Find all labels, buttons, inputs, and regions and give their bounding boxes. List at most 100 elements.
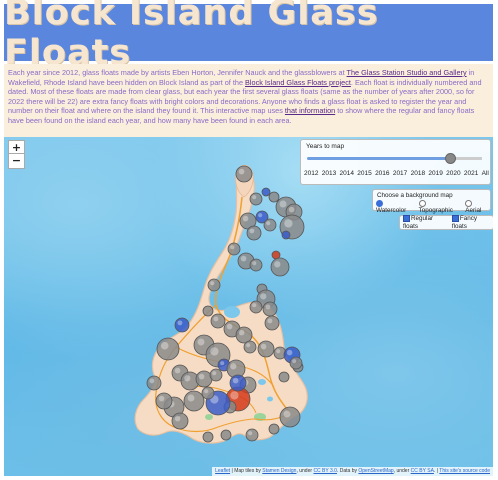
float-highlight <box>266 221 271 226</box>
regular-float-marker[interactable] <box>263 218 277 232</box>
regular-float-marker[interactable] <box>235 326 253 344</box>
float-highlight <box>246 343 251 348</box>
fancy-float-marker[interactable] <box>174 317 190 333</box>
float-highlight <box>284 219 293 228</box>
regular-float-marker[interactable] <box>202 305 214 317</box>
that-information-link[interactable]: that information <box>285 106 335 115</box>
regular-float-marker[interactable] <box>235 165 253 183</box>
year-label[interactable]: 2014 <box>340 170 354 177</box>
year-label[interactable]: All <box>482 170 489 177</box>
year-label[interactable]: 2012 <box>304 170 318 177</box>
regular-float-marker[interactable] <box>278 371 290 383</box>
float-highlight <box>210 347 219 356</box>
regular-float-marker[interactable] <box>202 431 214 443</box>
regular-float-marker[interactable] <box>227 242 241 256</box>
float-highlight <box>149 378 155 384</box>
background-option-watercolor[interactable]: Watercolor <box>376 200 415 214</box>
years-panel-title: Years to map <box>306 143 345 150</box>
float-highlight <box>177 320 183 326</box>
regular-float-marker[interactable] <box>245 428 259 442</box>
year-label[interactable]: 2013 <box>322 170 336 177</box>
regular-float-marker[interactable] <box>155 392 173 410</box>
year-label[interactable]: 2015 <box>357 170 371 177</box>
regular-float-marker[interactable] <box>249 192 263 206</box>
float-highlight <box>160 341 169 350</box>
background-option-aerial[interactable]: Aerial <box>465 200 490 214</box>
source-code-link[interactable]: This site's source code <box>439 468 490 474</box>
attribution-text-3: . Data by <box>336 468 359 474</box>
cc-by-sa-link[interactable]: CC BY SA <box>411 468 434 474</box>
float-highlight <box>258 213 263 218</box>
fancy-float-marker[interactable] <box>261 187 271 197</box>
regular-float-marker[interactable] <box>268 423 280 435</box>
year-label[interactable]: 2018 <box>411 170 425 177</box>
float-highlight <box>240 255 247 262</box>
stamen-link[interactable]: Stamen Design <box>262 468 296 474</box>
checkbox-checked-icon <box>451 215 459 223</box>
attribution-text-2: , under <box>296 468 314 474</box>
regular-float-marker[interactable] <box>270 257 290 277</box>
regular-float-marker[interactable] <box>264 315 280 331</box>
float-highlight <box>184 375 191 382</box>
radio-icon <box>376 200 383 207</box>
regular-float-marker[interactable] <box>220 429 232 441</box>
attribution-text-1: | Map tiles by <box>230 468 263 474</box>
regular-float-marker[interactable] <box>262 301 278 317</box>
regular-float-marker[interactable] <box>207 278 221 292</box>
regular-float-marker[interactable] <box>243 340 257 354</box>
year-label[interactable]: 2017 <box>393 170 407 177</box>
float-highlight <box>276 349 281 354</box>
map-canvas[interactable] <box>4 137 493 476</box>
float-highlight <box>252 261 257 266</box>
float-highlight <box>249 228 255 234</box>
fancy-floats-checkbox[interactable]: Fancy floats <box>451 215 493 230</box>
regular-float-marker[interactable] <box>249 300 263 314</box>
map-container[interactable]: + − Years to map 2012 2013 2014 2015 2016 201… <box>4 137 493 476</box>
float-highlight <box>274 261 281 268</box>
regular-float-marker[interactable] <box>257 340 275 358</box>
zoom-out-button[interactable]: − <box>8 153 25 169</box>
regular-float-marker[interactable] <box>195 370 213 388</box>
regular-float-marker[interactable] <box>183 390 205 412</box>
glass-station-link[interactable]: The Glass Station Studio and Gallery <box>347 68 467 77</box>
regular-float-marker[interactable] <box>249 258 263 272</box>
regular-float-marker[interactable] <box>156 337 180 361</box>
cc-by-link[interactable]: CC BY 3.0 <box>313 468 337 474</box>
fancy-float-marker[interactable] <box>281 230 291 240</box>
leaflet-link[interactable]: Leaflet <box>215 468 230 474</box>
attribution-text-4: , under <box>393 468 411 474</box>
year-label[interactable]: 2020 <box>446 170 460 177</box>
regular-float-marker[interactable] <box>210 313 226 329</box>
float-highlight <box>252 195 257 200</box>
regular-floats-checkbox[interactable]: Regular floats <box>403 215 449 230</box>
float-highlight <box>213 316 219 322</box>
float-highlight <box>238 329 245 336</box>
year-label[interactable]: 2021 <box>464 170 478 177</box>
background-option-topographic[interactable]: Topographic <box>418 200 462 214</box>
float-highlight <box>220 361 225 366</box>
fancy-float-marker[interactable] <box>229 374 247 392</box>
glass-floats-project-link[interactable]: Block Island Glass Floats project <box>245 78 351 87</box>
radio-icon <box>465 200 473 207</box>
pond-2 <box>267 396 273 402</box>
regular-float-marker[interactable] <box>146 375 162 391</box>
regular-float-marker[interactable] <box>279 406 301 428</box>
page-title: Block Island Glass Floats <box>4 0 379 73</box>
float-highlight <box>292 359 297 364</box>
regular-float-marker[interactable] <box>268 191 280 203</box>
year-slider-handle[interactable] <box>445 153 456 164</box>
map-attribution: Leaflet | Map tiles by Stamen Design, un… <box>212 467 493 476</box>
pond-1 <box>258 379 266 385</box>
regular-float-marker[interactable] <box>289 356 303 370</box>
float-highlight <box>288 206 295 213</box>
year-label[interactable]: 2019 <box>428 170 442 177</box>
float-highlight <box>232 377 239 384</box>
regular-float-marker[interactable] <box>246 225 262 241</box>
float-highlight <box>242 215 249 222</box>
regular-float-marker[interactable] <box>209 368 223 382</box>
intro-text: Each year since 2012, glass floats made … <box>4 64 493 140</box>
year-label[interactable]: 2016 <box>375 170 389 177</box>
regular-float-marker[interactable] <box>171 412 189 430</box>
osm-link[interactable]: OpenStreetMap <box>358 468 393 474</box>
regular-float-marker[interactable] <box>201 386 215 400</box>
